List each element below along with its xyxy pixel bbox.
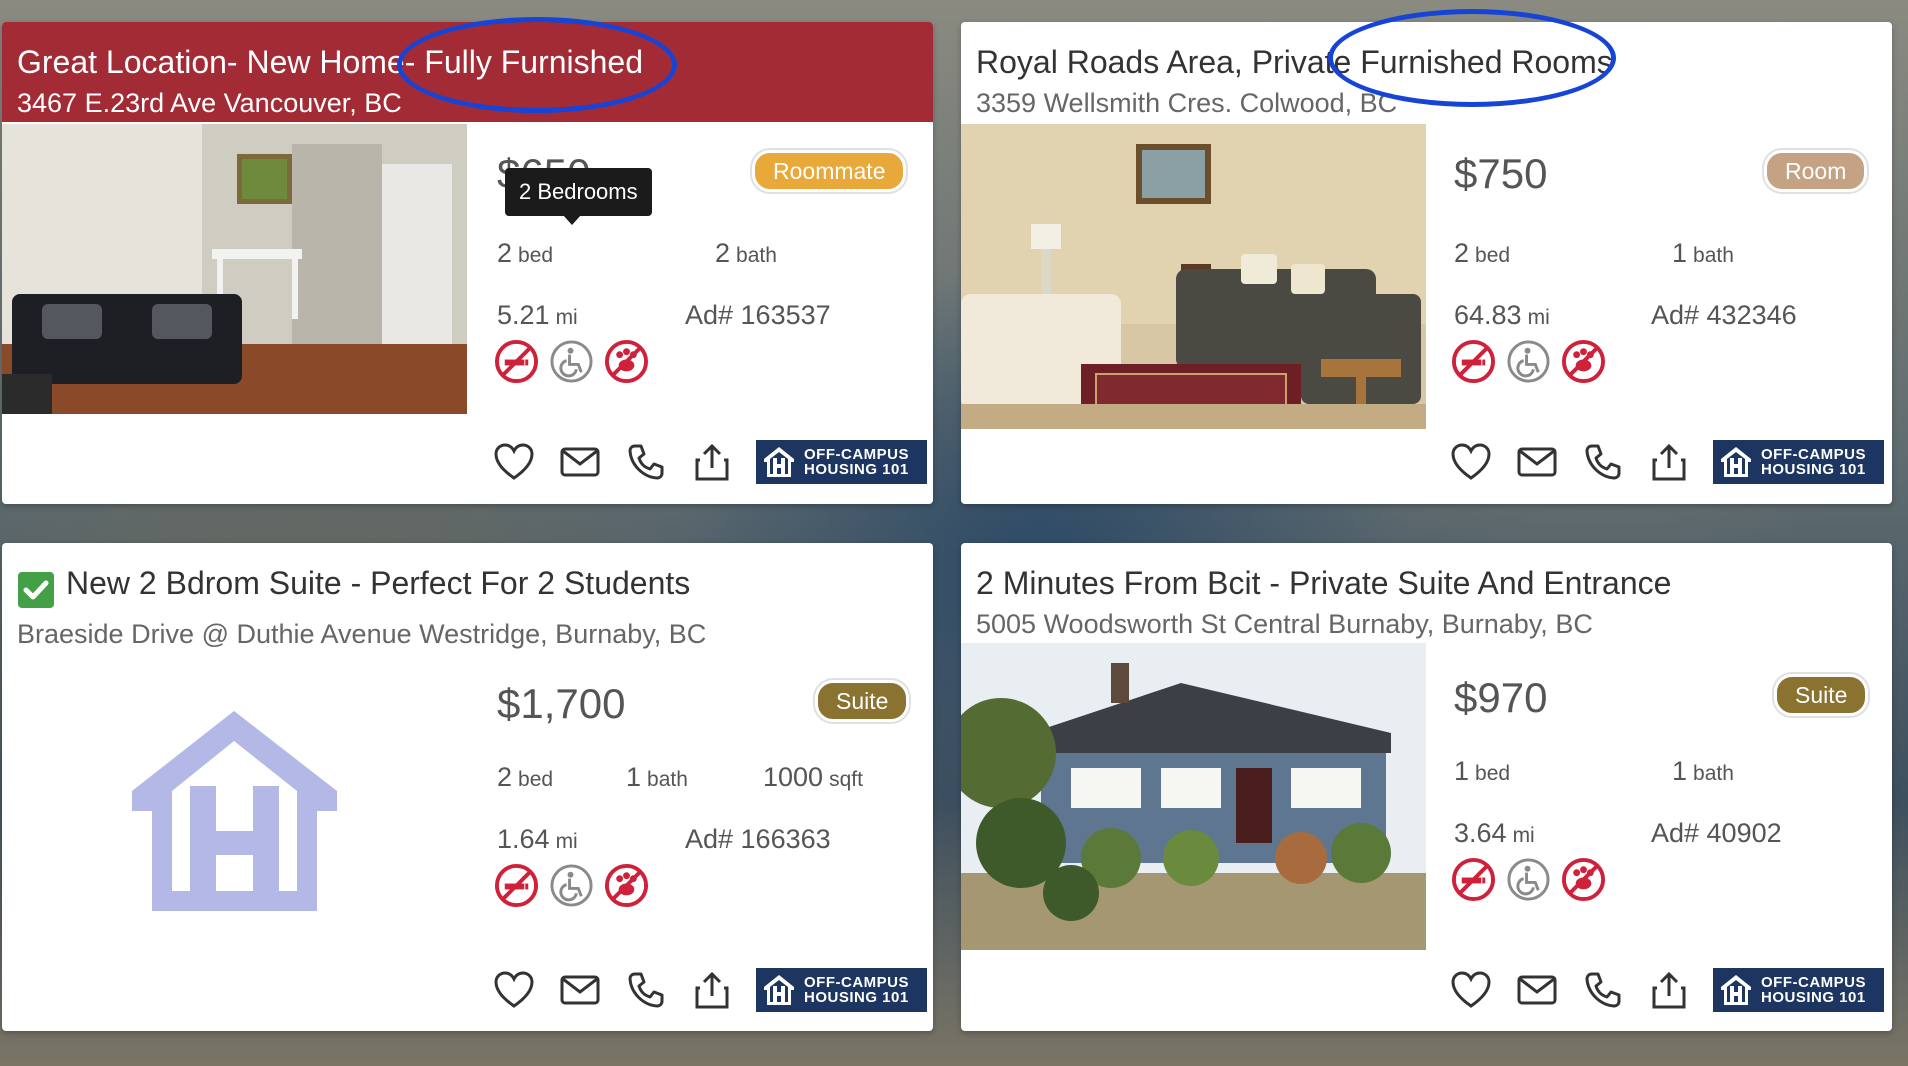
heart-icon[interactable]	[1449, 968, 1493, 1012]
listing-price: $1,700	[497, 680, 626, 727]
listing-card-2[interactable]: Royal Roads Area, Private Furnished Room…	[961, 22, 1892, 504]
ad-number: Ad# 40902	[1651, 818, 1782, 848]
bed-count: 2 bed	[497, 238, 554, 268]
listing-title[interactable]: Royal Roads Area, Private Furnished Room…	[976, 44, 1613, 81]
phone-icon[interactable]	[1581, 440, 1625, 484]
house-logo-icon	[1721, 447, 1751, 477]
phone-icon[interactable]	[624, 440, 668, 484]
sqft: 1000 sqft	[763, 762, 863, 792]
no-pets-icon	[1561, 339, 1606, 389]
logo-line-2: HOUSING 101	[804, 461, 909, 478]
wheelchair-icon	[1506, 857, 1551, 907]
listing-type-badge: Roommate	[752, 150, 907, 192]
listing-actions: OFF-CAMPUS HOUSING 101	[492, 968, 927, 1012]
listing-type-badge: Room	[1764, 150, 1868, 192]
bed-tooltip: 2 Bedrooms	[505, 168, 652, 225]
logo-line-2: HOUSING 101	[1761, 989, 1866, 1006]
ad-number: Ad# 163537	[685, 300, 831, 330]
share-icon[interactable]	[1647, 440, 1691, 484]
off-campus-housing-logo[interactable]: OFF-CAMPUS HOUSING 101	[756, 440, 927, 484]
phone-icon[interactable]	[1581, 968, 1625, 1012]
listing-address: 5005 Woodsworth St Central Burnaby, Burn…	[976, 609, 1593, 639]
wheelchair-icon	[549, 863, 594, 913]
listing-card-1[interactable]: Great Location- New Home- Fully Furnishe…	[2, 22, 933, 504]
listing-header: Great Location- New Home- Fully Furnishe…	[2, 22, 933, 122]
house-logo-icon	[764, 447, 794, 477]
listing-address: Braeside Drive @ Duthie Avenue Westridge…	[17, 619, 707, 649]
listing-title[interactable]: New 2 Bdrom Suite - Perfect For 2 Studen…	[66, 565, 690, 602]
listing-title[interactable]: Great Location- New Home- Fully Furnishe…	[17, 44, 643, 81]
amenities	[1451, 339, 1606, 389]
bath-count: 1 bath	[626, 762, 688, 792]
listing-type-badge: Suite	[815, 680, 910, 722]
placeholder-house-icon	[132, 711, 337, 911]
house-logo-icon	[764, 975, 794, 1005]
bed-count: 2 bed	[497, 762, 554, 792]
amenities	[494, 863, 649, 913]
bed-count: 2 bed	[1454, 238, 1511, 268]
listing-photo[interactable]	[961, 124, 1426, 429]
distance: 5.21 mi	[497, 300, 578, 330]
listing-card-4[interactable]: 2 Minutes From Bcit - Private Suite And …	[961, 543, 1892, 1031]
mail-icon[interactable]	[1515, 440, 1559, 484]
listing-title[interactable]: 2 Minutes From Bcit - Private Suite And …	[976, 565, 1671, 602]
heart-icon[interactable]	[1449, 440, 1493, 484]
mail-icon[interactable]	[1515, 968, 1559, 1012]
amenities	[494, 339, 649, 389]
no-smoking-icon	[1451, 339, 1496, 389]
listing-actions: OFF-CAMPUS HOUSING 101	[492, 440, 927, 484]
listing-actions: OFF-CAMPUS HOUSING 101	[1449, 440, 1884, 484]
mail-icon[interactable]	[558, 440, 602, 484]
listing-address: 3467 E.23rd Ave Vancouver, BC	[17, 88, 402, 118]
phone-icon[interactable]	[624, 968, 668, 1012]
listing-photo[interactable]	[961, 643, 1426, 950]
bath-count: 1 bath	[1672, 238, 1734, 268]
share-icon[interactable]	[690, 440, 734, 484]
mail-icon[interactable]	[558, 968, 602, 1012]
no-pets-icon	[604, 339, 649, 389]
no-smoking-icon	[494, 339, 539, 389]
house-logo-icon	[1721, 975, 1751, 1005]
ad-number: Ad# 166363	[685, 824, 831, 854]
heart-icon[interactable]	[492, 440, 536, 484]
bed-count: 1 bed	[1454, 756, 1511, 786]
listing-address: 3359 Wellsmith Cres. Colwood, BC	[976, 88, 1398, 118]
listing-card-3[interactable]: New 2 Bdrom Suite - Perfect For 2 Studen…	[2, 543, 933, 1031]
off-campus-housing-logo[interactable]: OFF-CAMPUS HOUSING 101	[756, 968, 927, 1012]
listing-photo[interactable]	[2, 124, 467, 414]
listing-actions: OFF-CAMPUS HOUSING 101	[1449, 968, 1884, 1012]
share-icon[interactable]	[690, 968, 734, 1012]
distance: 1.64 mi	[497, 824, 578, 854]
logo-line-2: HOUSING 101	[1761, 461, 1866, 478]
distance: 3.64 mi	[1454, 818, 1535, 848]
distance: 64.83 mi	[1454, 300, 1550, 330]
wheelchair-icon	[1506, 339, 1551, 389]
heart-icon[interactable]	[492, 968, 536, 1012]
wheelchair-icon	[549, 339, 594, 389]
no-pets-icon	[604, 863, 649, 913]
listing-price: $970	[1454, 674, 1548, 721]
no-pets-icon	[1561, 857, 1606, 907]
off-campus-housing-logo[interactable]: OFF-CAMPUS HOUSING 101	[1713, 440, 1884, 484]
no-smoking-icon	[1451, 857, 1496, 907]
listing-type-badge: Suite	[1774, 674, 1869, 716]
bath-count: 1 bath	[1672, 756, 1734, 786]
off-campus-housing-logo[interactable]: OFF-CAMPUS HOUSING 101	[1713, 968, 1884, 1012]
verified-check-icon	[18, 572, 54, 608]
bath-count: 2 bath	[715, 238, 777, 268]
listing-price: $750	[1454, 150, 1548, 197]
ad-number: Ad# 432346	[1651, 300, 1797, 330]
amenities	[1451, 857, 1606, 907]
share-icon[interactable]	[1647, 968, 1691, 1012]
logo-line-2: HOUSING 101	[804, 989, 909, 1006]
no-smoking-icon	[494, 863, 539, 913]
